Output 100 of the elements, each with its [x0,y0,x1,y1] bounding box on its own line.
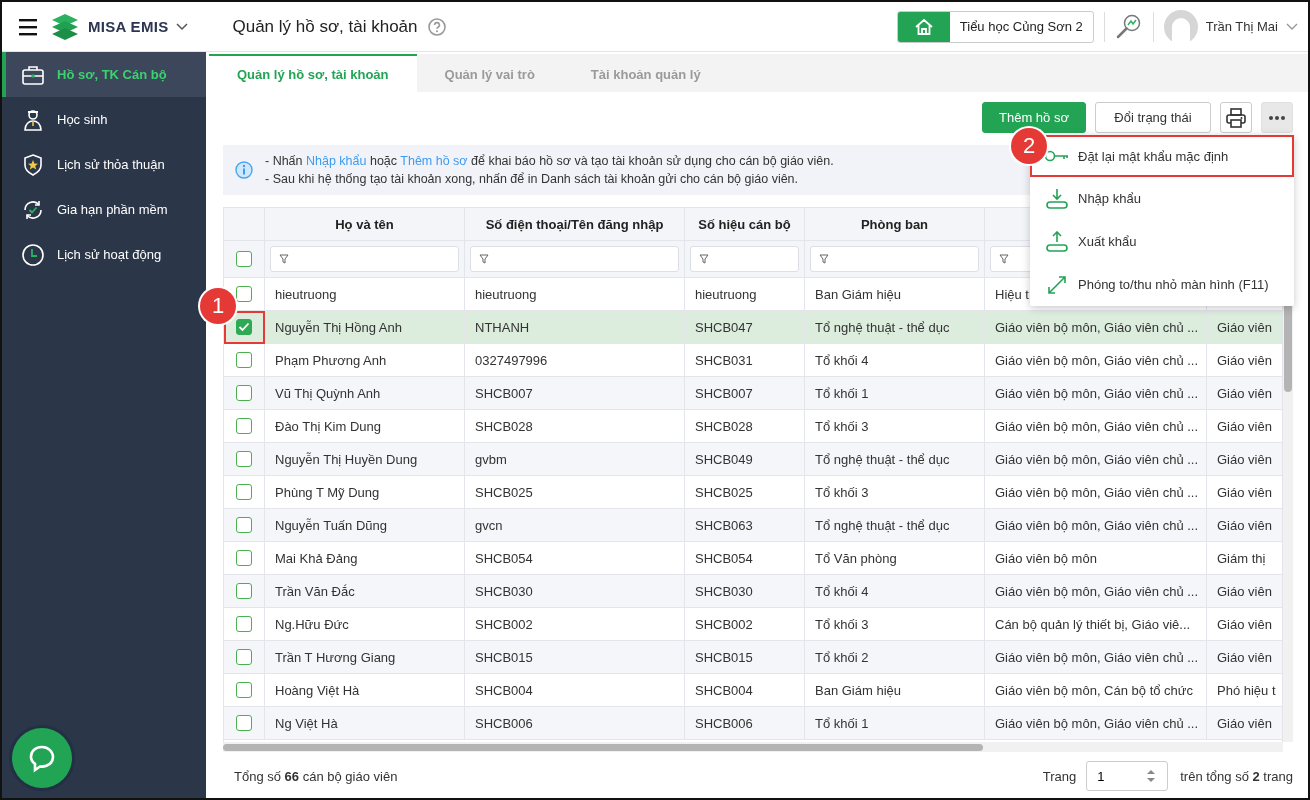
menu-item[interactable]: Xuất khẩu [1030,220,1294,263]
checkbox[interactable] [236,583,252,599]
sidebar-item[interactable]: Hồ sơ, TK Cán bộ [2,52,206,97]
table-cell: hieutruong [275,286,337,302]
filter-icon [699,254,709,264]
table-row[interactable]: Trần Văn Đắc SHCB030 SHCB030 Tổ khối 4 Giáo viên bộ môn, Giáo viên chủ ... Giáo viên [224,575,1282,608]
table-cell: Nguyễn Tuấn Dũng [275,517,388,533]
table-cell: SHCB025 [475,484,533,500]
sidebar-item[interactable]: Học sinh [2,97,206,142]
menu-button[interactable] [18,17,40,36]
table-cell: SHCB063 [695,517,753,533]
column-header: Họ và tên [335,216,394,232]
info-icon [235,161,253,179]
info-text: - Nhấn Nhập khẩu hoặc Thêm hồ sơ để khai báo hồ sơ và tạo tài khoản sử dụng cho cán bộ giáo viên. [265,153,834,170]
table-row[interactable]: Trần T Hương Giang SHCB015 SHCB015 Tổ khối 2 Giáo viên bộ môn, Giáo viên chủ ... Giáo viên [224,641,1282,674]
checkbox[interactable] [236,352,252,368]
table-cell: Tổ khối 3 [815,616,869,632]
more-button[interactable] [1261,102,1293,133]
table-cell: Tổ khối 1 [815,385,869,401]
table-cell: Giáo viên [1217,319,1272,335]
table-cell: Giáo viên [1217,418,1272,434]
checkbox[interactable] [236,286,252,302]
table-cell: Giáo viên [1217,715,1272,731]
table-cell: SHCB049 [695,451,753,467]
sidebar-item[interactable]: Lịch sử hoạt động [2,232,206,277]
table-cell: gvbm [475,451,507,467]
checkbox[interactable] [236,715,252,731]
table-cell: SHCB054 [475,550,533,566]
step-badge: 2 [1011,128,1047,164]
checkbox[interactable] [236,682,252,698]
shield-star-icon [21,152,45,177]
table-cell: Vũ Thị Quỳnh Anh [275,385,381,401]
page-label: Trang [1042,768,1077,784]
checkbox[interactable] [236,319,252,335]
menu-icon [18,17,40,36]
column-header: Số hiệu cán bộ [698,216,791,232]
table-cell: Giáo viên [1217,352,1272,368]
table-row[interactable]: Nguyễn Tuấn Dũng gvcn SHCB063 Tổ nghệ thuật - thể dục Giáo viên bộ môn, Giáo viên chủ ... Giáo viên [224,509,1282,542]
student-icon [21,107,45,132]
table-cell: SHCB007 [695,385,753,401]
table-row[interactable]: Ng.Hữu Đức SHCB002 SHCB002 Tổ khối 3 Cán bộ quản lý thiết bị, Giáo viê... Giáo viên [224,608,1282,641]
filter-icon [279,254,289,264]
table-cell: Giáo viên bộ môn, Giáo viên chủ ... [995,451,1199,467]
menu-item[interactable]: Nhập khẩu [1030,177,1294,220]
table-cell: SHCB028 [475,418,533,434]
search-button[interactable] [1114,12,1143,41]
table-row[interactable]: Phạm Phương Anh 0327497996 SHCB031 Tổ khối 4 Giáo viên bộ môn, Giáo viên chủ ... Giáo viên [224,344,1282,377]
table-cell: SHCB002 [695,616,753,632]
user-name[interactable]: Trần Thị Mai [1205,19,1278,34]
checkbox[interactable] [236,484,252,500]
table-cell: Giáo viên bộ môn, Giáo viên chủ ... [995,418,1199,434]
table-cell: Tổ khối 4 [815,583,869,599]
sidebar-item[interactable]: Lịch sử thỏa thuận [2,142,206,187]
checkbox[interactable] [236,385,252,401]
page-field[interactable]: 1 [1086,761,1169,791]
checkbox[interactable] [236,418,252,434]
table-row[interactable]: Ng Việt Hà SHCB006 SHCB006 Tổ khối 1 Giáo viên bộ môn, Giáo viên chủ ... Giáo viên [224,707,1282,740]
horizontal-scrollbar[interactable] [223,744,983,751]
table-row[interactable]: Vũ Thị Quỳnh Anh SHCB007 SHCB007 Tổ khối 1 Giáo viên bộ môn, Giáo viên chủ ... Giáo viên [224,377,1282,410]
table-cell: hieutruong [695,286,757,302]
table-cell: SHCB028 [695,418,753,434]
table-cell: Ng.Hữu Đức [275,616,349,632]
table-row[interactable]: Hoàng Việt Hà SHCB004 SHCB004 Ban Giám hiệu Giáo viên bộ môn, Cán bộ tổ chức Phó hiệu t [224,674,1282,707]
table-cell: SHCB004 [475,682,533,698]
spinner-icon [1146,768,1157,784]
table-cell: Phó hiệu t [1217,682,1276,698]
filter-field[interactable] [470,246,679,272]
checkbox[interactable] [236,616,252,632]
table-cell: Tổ khối 1 [815,715,869,731]
table-row[interactable]: Phùng T Mỹ Dung SHCB025 SHCB025 Tổ khối 3 Giáo viên bộ môn, Giáo viên chủ ... Giáo viên [224,476,1282,509]
table-row[interactable]: Nguyễn Thị Huyền Dung gvbm SHCB049 Tổ nghệ thuật - thể dục Giáo viên bộ môn, Giáo viên chủ ... Giáo viên [224,443,1282,476]
table-cell: Giáo viên bộ môn, Giáo viên chủ ... [995,517,1199,533]
filter-field[interactable] [810,246,979,272]
table-cell: Tổ Văn phòng [815,550,897,566]
checkbox[interactable] [236,251,252,267]
table-row[interactable]: Mai Khả Đảng SHCB054 SHCB054 Tổ Văn phòng Giáo viên bộ môn Giám thị [224,542,1282,575]
print-button[interactable] [1220,102,1252,133]
table-row[interactable]: Đào Thị Kim Dung SHCB028 SHCB028 Tổ khối 3 Giáo viên bộ môn, Giáo viên chủ ... Giáo viên [224,410,1282,443]
table-row[interactable]: Nguyễn Thị Hồng Anh NTHANH SHCB047 Tổ nghệ thuật - thể dục Giáo viên bộ môn, Giáo viên chủ ... Giáo viên [224,311,1282,344]
checkbox[interactable] [236,517,252,533]
filter-field[interactable] [690,246,799,272]
download-icon [1045,187,1069,210]
table-cell: SHCB030 [695,583,753,599]
info-text: - Sau khi hệ thống tạo tài khoản xong, nhấn để in Danh sách tài khoản gửi cho cán bộ giáo viên. [265,171,800,188]
sidebar-item[interactable]: Gia hạn phần mềm [2,187,206,232]
table-cell: SHCB031 [695,352,753,368]
table-cell: SHCB002 [475,616,533,632]
checkbox[interactable] [236,649,252,665]
chat-button[interactable] [12,728,72,788]
checkbox[interactable] [236,550,252,566]
table-cell: Giáo viên bộ môn, Giáo viên chủ ... [995,352,1199,368]
total-count: Tổng số 66 cán bộ giáo viên [234,768,398,784]
table-cell: Tổ nghệ thuật - thể dục [815,451,950,467]
change-status-button[interactable]: Đổi trạng thái [1095,102,1211,133]
help-icon [427,17,446,36]
school-selector[interactable]: Tiểu học Củng Sơn 2 [896,10,1094,43]
filter-field[interactable] [270,246,459,272]
column-header: Phòng ban [860,216,929,232]
table-cell: Đào Thị Kim Dung [275,418,381,434]
checkbox[interactable] [236,451,252,467]
